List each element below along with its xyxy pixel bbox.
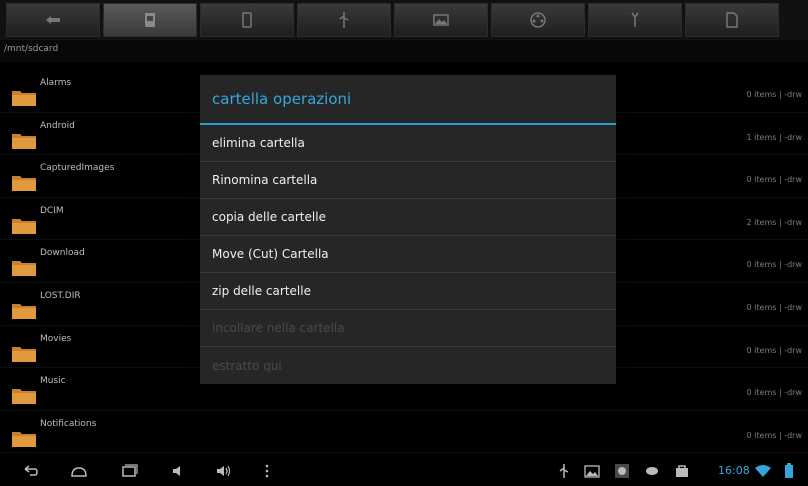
folder-info: 2 items | -drw: [746, 217, 802, 227]
folder-icon: [12, 176, 36, 192]
zip-folder-option[interactable]: zip delle cartelle: [200, 273, 616, 310]
image-icon: [433, 14, 449, 26]
folder-icon: [12, 261, 36, 277]
folder-name: CapturedImages: [40, 163, 115, 174]
path-bar: /mnt/sdcard: [0, 40, 808, 62]
folder-icon: [12, 218, 36, 234]
store-notification-icon: [676, 465, 688, 477]
folder-info: 0 items | -drw: [746, 302, 802, 312]
back-icon[interactable]: [22, 462, 40, 480]
volume-down-icon[interactable]: [170, 462, 188, 480]
screenshot-notification-icon: [615, 464, 629, 478]
folder-icon: [12, 133, 36, 149]
system-navbar: 16:08: [0, 455, 808, 486]
folder-info: 1 items | -drw: [746, 132, 802, 142]
clock: 16:08: [718, 464, 750, 477]
tools-button[interactable]: [588, 3, 682, 37]
back-button[interactable]: [6, 3, 100, 37]
tools-icon: [631, 12, 639, 27]
dialog-title: cartella operazioni: [200, 75, 616, 125]
rename-folder-option[interactable]: Rinomina cartella: [200, 162, 616, 199]
folder-name: Movies: [40, 333, 72, 344]
list-item[interactable]: Notifications 0 items | -drw: [0, 411, 808, 454]
folder-info: 0 items | -drw: [746, 260, 802, 270]
image-button[interactable]: [394, 3, 488, 37]
wifi-icon: [755, 465, 771, 477]
folder-icon: [12, 303, 36, 319]
folder-info: 0 items | -drw: [746, 90, 802, 99]
usb-button[interactable]: [297, 3, 391, 37]
battery-icon: [785, 463, 793, 478]
recent-apps-icon[interactable]: [120, 462, 138, 480]
phone-icon: [242, 12, 252, 28]
usb-notification-icon: [559, 464, 569, 478]
menu-icon[interactable]: [258, 462, 276, 480]
paste-folder-option: incollare nella cartella: [200, 310, 616, 347]
folder-info: 0 items | -drw: [746, 175, 802, 185]
folder-icon: [12, 346, 36, 362]
extract-here-option: estratto qui: [212, 358, 282, 373]
folder-name: Music: [40, 376, 66, 387]
phone-button[interactable]: [200, 3, 294, 37]
folder-name: LOST.DIR: [40, 290, 81, 301]
folder-info: 0 items | -drw: [746, 345, 802, 355]
folder-name: Notifications: [40, 418, 97, 429]
move-folder-option[interactable]: Move (Cut) Cartella: [200, 236, 616, 273]
folder-info: 0 items | -drw: [746, 430, 802, 440]
copy-folder-option[interactable]: copia delle cartelle: [200, 199, 616, 236]
document-button[interactable]: [685, 3, 779, 37]
folder-info: 0 items | -drw: [746, 388, 802, 398]
gallery-notification-icon: [584, 465, 600, 478]
folder-name: Download: [40, 248, 85, 259]
folder-name: Alarms: [40, 78, 72, 88]
video-button[interactable]: [491, 3, 585, 37]
folder-icon: [12, 389, 36, 405]
back-arrow-icon: [46, 16, 60, 24]
home-icon[interactable]: [70, 462, 88, 480]
volume-up-icon[interactable]: [215, 462, 233, 480]
chat-notification-icon: [646, 467, 658, 475]
film-reel-icon: [530, 12, 546, 28]
toolbar: [0, 0, 808, 40]
delete-folder-option[interactable]: elimina cartella: [200, 125, 616, 162]
folder-name: DCIM: [40, 205, 64, 216]
sdcard-button[interactable]: [103, 3, 197, 37]
folder-icon: [12, 91, 36, 106]
sdcard-icon: [145, 13, 155, 27]
current-path: /mnt/sdcard: [4, 44, 59, 54]
document-icon: [726, 12, 738, 28]
folder-operations-dialog: cartella operazioni elimina cartella Rin…: [200, 75, 616, 384]
folder-name: Android: [40, 120, 75, 131]
folder-icon: [12, 431, 36, 447]
usb-icon: [339, 12, 349, 28]
